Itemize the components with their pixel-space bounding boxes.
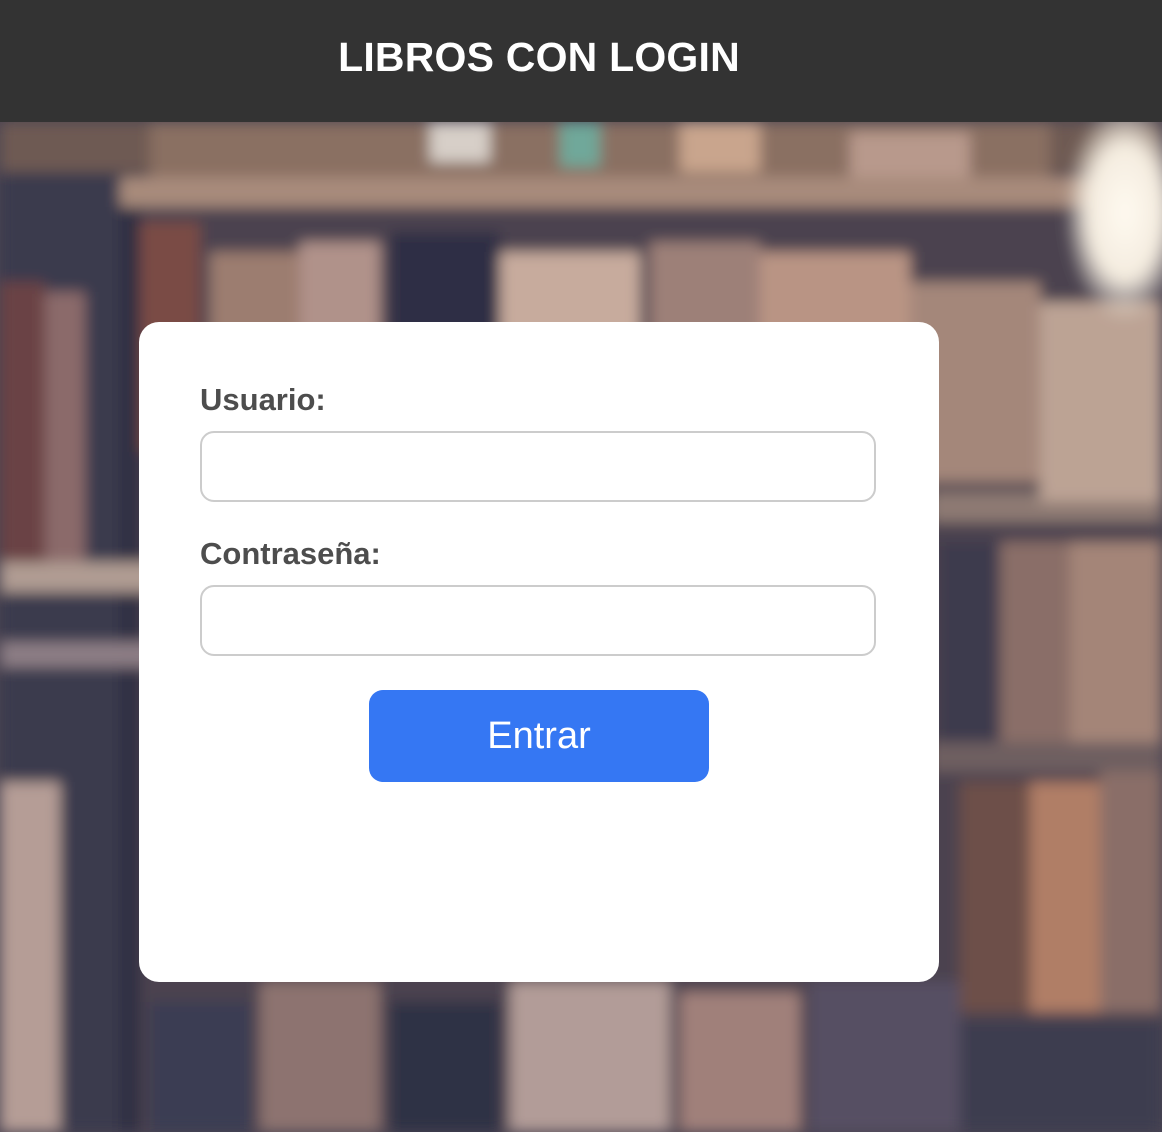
- username-input[interactable]: [200, 431, 876, 502]
- top-header: LIBROS CON LOGIN: [0, 0, 1162, 122]
- password-input[interactable]: [200, 585, 876, 656]
- login-card: Usuario: Contraseña: Entrar: [139, 322, 939, 982]
- login-submit-button[interactable]: Entrar: [369, 690, 709, 782]
- username-label: Usuario:: [200, 382, 326, 417]
- app-title: LIBROS CON LOGIN: [338, 34, 740, 80]
- password-label: Contraseña:: [200, 536, 381, 571]
